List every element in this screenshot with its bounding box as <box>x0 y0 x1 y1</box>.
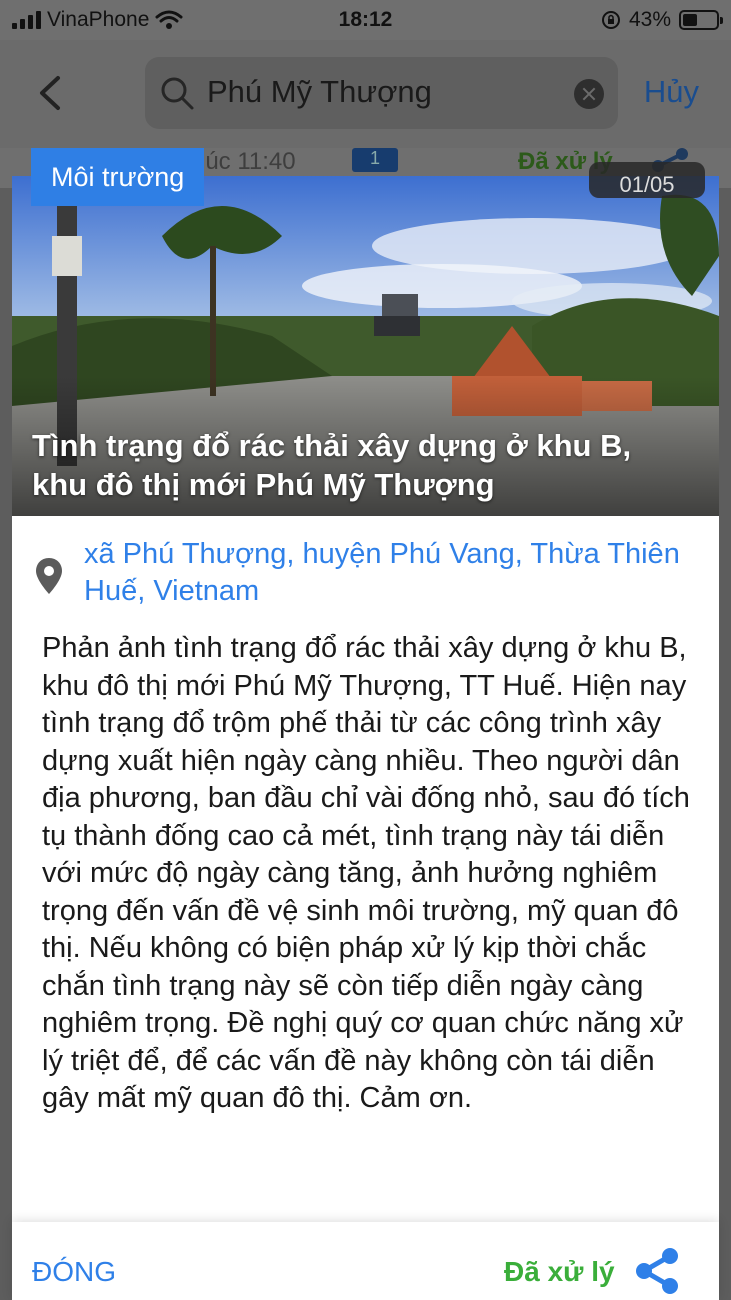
report-location[interactable]: xã Phú Thượng, huyện Phú Vang, Thừa Thiê… <box>32 536 702 616</box>
battery-percent: 43% <box>628 8 671 31</box>
background-edge-right <box>719 188 731 1300</box>
report-description: Phản ảnh tình trạng đổ rác thải xây dựng… <box>42 632 690 1114</box>
search-icon <box>161 77 194 110</box>
battery-level <box>683 14 697 26</box>
comment-count: 1 <box>369 148 380 168</box>
location-address[interactable]: xã Phú Thượng, huyện Phú Vang, Thừa Thiê… <box>84 536 684 610</box>
report-title: Tình trạng đổ rác thải xây dựng ở khu B,… <box>32 428 632 502</box>
battery-icon <box>679 10 723 30</box>
photo-page-counter: 01/05 <box>589 162 705 198</box>
close-button[interactable]: ĐÓNG <box>32 1256 116 1288</box>
action-bar: ĐÓNG Đã xử lý <box>12 1222 719 1300</box>
search-header: Phú Mỹ Thượng Hủy <box>0 40 731 148</box>
status-bar: VinaPhone 18:12 43% <box>0 0 731 40</box>
search-input[interactable]: Phú Mỹ Thượng <box>145 57 618 129</box>
clear-search-icon[interactable] <box>574 79 604 109</box>
background-edge-left <box>0 188 12 1300</box>
share-icon[interactable] <box>632 1246 682 1296</box>
orientation-lock-icon <box>601 11 620 29</box>
search-query: Phú Mỹ Thượng <box>207 74 432 109</box>
report-detail-modal: Tình trạng đổ rác thải xây dựng ở khu B,… <box>12 148 719 1300</box>
row-time: lúc 11:40 <box>200 148 296 175</box>
status-bar-right: 43% <box>601 8 723 32</box>
cancel-button[interactable]: Hủy <box>644 74 699 110</box>
comment-count-badge: 1 <box>352 148 398 172</box>
back-arrow-icon[interactable] <box>30 70 70 116</box>
report-photo[interactable]: Tình trạng đổ rác thải xây dựng ở khu B,… <box>12 176 719 516</box>
status-label: Đã xử lý <box>504 1256 615 1287</box>
category-badge: Môi trường <box>31 148 205 206</box>
location-pin-icon <box>36 558 62 594</box>
